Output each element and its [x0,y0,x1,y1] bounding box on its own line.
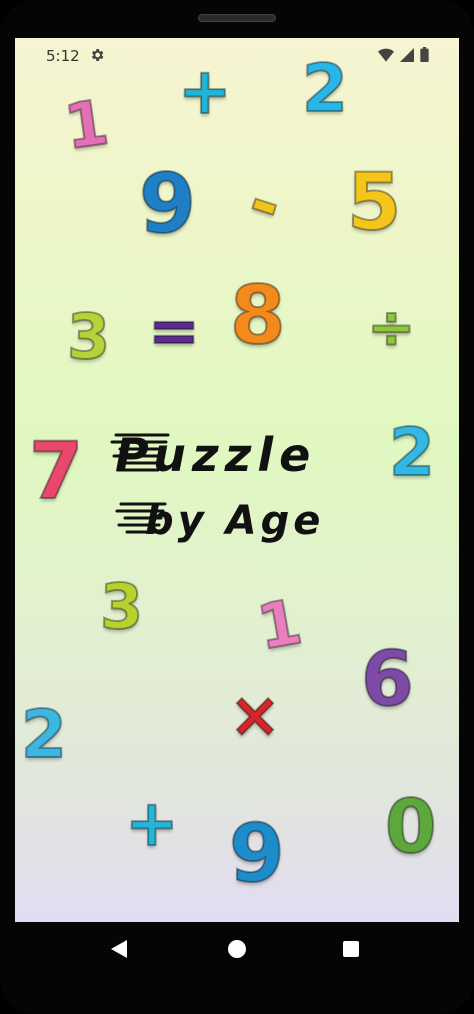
plus-decoration: + [124,787,180,861]
minus-decoration: - [238,159,293,248]
number-5-decoration: 5 [346,158,402,248]
speaker-grille [198,14,276,22]
status-bar: 5:12 [15,38,459,74]
plus-decoration: + [177,55,233,129]
number-3-decoration: 3 [66,300,111,373]
multiply-decoration: × [228,678,282,751]
battery-icon [420,47,429,62]
number-1-decoration: 1 [251,584,308,665]
number-2-decoration: 2 [301,50,349,127]
wifi-icon [378,48,394,62]
number-8-decoration: 8 [229,269,287,362]
signal-icon [400,47,414,62]
app-title-line-2: by Age [145,498,325,544]
status-icons [378,47,429,62]
navigation-bar [0,922,474,982]
gear-icon [92,49,104,61]
number-1-decoration: 1 [59,84,114,164]
back-icon[interactable] [111,940,127,958]
equals-decoration: = [147,294,201,367]
number-9-decoration: 9 [138,157,197,252]
number-2-decoration: 2 [20,696,68,773]
number-9-decoration: 9 [228,807,286,900]
status-time: 5:12 [46,47,80,65]
phone-frame: 5:12 + 2 1 9 - 5 3 = 8 ÷ 7 2 3 1 6 2 × +… [0,0,474,1014]
app-title-line-1: Puzzle [115,428,317,482]
divide-decoration: ÷ [366,293,417,361]
app-screen: 5:12 + 2 1 9 - 5 3 = 8 ÷ 7 2 3 1 6 2 × +… [15,38,459,922]
number-6-decoration: 6 [360,634,415,723]
number-3-decoration: 3 [99,570,144,643]
recent-apps-icon[interactable] [343,941,359,957]
home-icon[interactable] [228,940,246,958]
number-7-decoration: 7 [28,427,84,517]
number-2-decoration: 2 [388,414,436,491]
number-0-decoration: 0 [384,784,437,870]
